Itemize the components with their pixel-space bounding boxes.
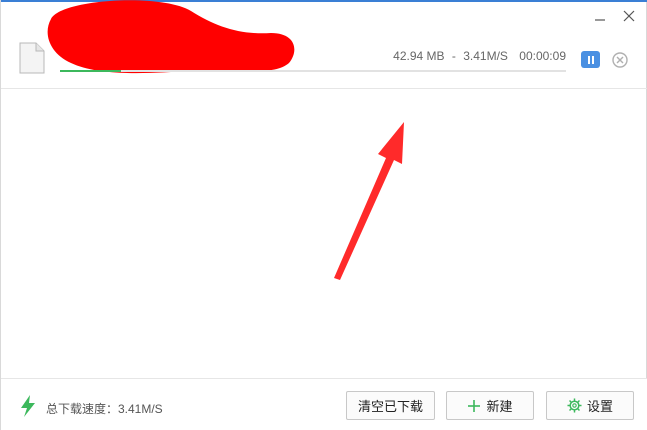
progress-fill	[60, 70, 121, 72]
close-icon	[623, 10, 635, 22]
task-size: 42.94 MB	[393, 49, 445, 63]
minimize-icon	[595, 19, 605, 21]
task-speed: 3.41M/S	[463, 49, 508, 63]
pause-button[interactable]	[581, 51, 600, 68]
file-name-redaction	[47, 0, 295, 74]
new-task-label: 新建	[486, 399, 513, 414]
settings-button[interactable]: 设置	[546, 391, 634, 420]
gear-icon	[567, 398, 582, 413]
clear-downloaded-label: 清空已下载	[357, 399, 423, 414]
download-window: 42.94 MB - 3.41M/S 00:00:09 总下载速度：3.41M/…	[0, 0, 647, 430]
plus-icon	[468, 399, 481, 412]
task-separator: -	[451, 49, 456, 63]
lightning-icon	[21, 395, 35, 417]
remove-icon[interactable]	[612, 52, 628, 68]
clear-downloaded-button[interactable]: 清空已下载	[346, 391, 435, 420]
pause-icon	[587, 55, 594, 64]
minimize-button[interactable]	[589, 6, 611, 26]
task-stats: 42.94 MB - 3.41M/S 00:00:09	[393, 49, 566, 63]
annotation-arrow	[334, 122, 404, 280]
total-speed-label: 总下载速度：3.41M/S	[46, 402, 163, 416]
footer-bar: 总下载速度：3.41M/S 清空已下载 新建 设置	[1, 378, 647, 430]
new-task-button[interactable]: 新建	[446, 391, 534, 420]
task-elapsed: 00:00:09	[519, 49, 566, 63]
download-task-row[interactable]: 42.94 MB - 3.41M/S 00:00:09	[1, 0, 647, 89]
close-button[interactable]	[618, 6, 640, 26]
settings-label: 设置	[586, 399, 613, 414]
progress-bar	[60, 70, 566, 72]
